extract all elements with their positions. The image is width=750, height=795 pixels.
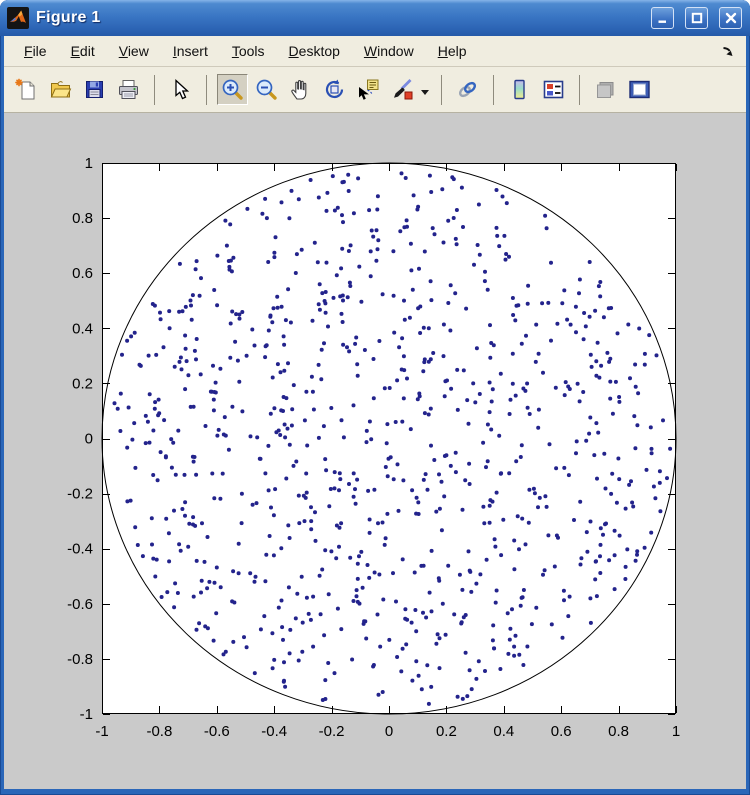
pan-hand-icon <box>289 78 312 101</box>
window-content: FileEditViewInsertToolsDesktopWindowHelp… <box>4 36 746 789</box>
insert-legend-icon <box>542 78 565 101</box>
new-figure-button[interactable] <box>11 74 42 105</box>
menu-item-view[interactable]: View <box>107 38 161 64</box>
x-tick-label: 0.2 <box>436 723 457 740</box>
rotate-3d-icon <box>323 78 346 101</box>
hide-plot-tools-icon <box>594 78 617 101</box>
menu-overflow-arrow-icon[interactable] <box>720 43 736 59</box>
x-tick-label: -0.8 <box>146 723 172 740</box>
y-tick-label: -0.6 <box>67 596 93 613</box>
matlab-logo-icon <box>7 7 29 29</box>
x-tick-label: -0.6 <box>204 723 230 740</box>
minimize-button[interactable] <box>651 7 674 29</box>
menubar: FileEditViewInsertToolsDesktopWindowHelp <box>4 36 746 67</box>
data-cursor-button[interactable] <box>353 74 384 105</box>
zoom-in-button[interactable] <box>217 74 248 105</box>
menu-item-window[interactable]: Window <box>352 38 426 64</box>
close-button[interactable] <box>719 7 742 29</box>
y-tick-label: 0.4 <box>72 320 93 337</box>
show-plot-tools-icon <box>628 78 651 101</box>
y-tick-label: 0 <box>85 431 93 448</box>
x-tick-label: 1 <box>672 723 680 740</box>
x-tick-label: -1 <box>95 723 108 740</box>
link-plot-icon <box>456 78 479 101</box>
y-tick-label: 0.6 <box>72 265 93 282</box>
x-tick-label: 0.4 <box>493 723 514 740</box>
y-tick-label: 0.2 <box>72 375 93 392</box>
print-figure-button[interactable] <box>113 74 144 105</box>
zoom-out-button[interactable] <box>251 74 282 105</box>
x-tick-label: -0.4 <box>261 723 287 740</box>
window-title: Figure 1 <box>36 9 640 27</box>
plot-axes[interactable]: -1 -0.8 -0.6 -0.4 -0.2 0 0.2 0.4 0.6 0.8 1 -1 -0.8 -0… <box>4 113 746 789</box>
zoom-out-icon <box>255 78 278 101</box>
pan-hand-button[interactable] <box>285 74 316 105</box>
y-tick-label: 1 <box>85 155 93 172</box>
x-tick-label: -0.2 <box>319 723 345 740</box>
brush-data-button[interactable] <box>387 74 418 105</box>
insert-legend-button[interactable] <box>538 74 569 105</box>
minimize-icon <box>656 11 670 25</box>
toolbar-separator <box>441 75 442 105</box>
y-tick-label: -0.2 <box>67 486 93 503</box>
link-plot-button[interactable] <box>452 74 483 105</box>
figure-window: Figure 1 FileEditViewInsertToolsDesktopW… <box>0 0 750 795</box>
insert-colorbar-button[interactable] <box>504 74 535 105</box>
y-tick-label: 0.8 <box>72 210 93 227</box>
menu-item-edit[interactable]: Edit <box>59 38 107 64</box>
plot-background <box>102 163 676 714</box>
menu-item-tools[interactable]: Tools <box>220 38 277 64</box>
y-tick-label: -1 <box>80 706 93 723</box>
save-figure-icon <box>83 78 106 101</box>
menu-item-file[interactable]: File <box>12 38 59 64</box>
menu-item-insert[interactable]: Insert <box>161 38 220 64</box>
zoom-in-icon <box>221 78 244 101</box>
save-figure-button[interactable] <box>79 74 110 105</box>
menu-item-desktop[interactable]: Desktop <box>277 38 352 64</box>
toolbar-separator <box>206 75 207 105</box>
y-tick-label: -0.8 <box>67 651 93 668</box>
show-plot-tools-button[interactable] <box>624 74 655 105</box>
close-icon <box>724 11 738 25</box>
toolbar-separator <box>579 75 580 105</box>
maximize-icon <box>690 11 704 25</box>
open-file-icon <box>49 78 72 101</box>
y-tick-label: -0.4 <box>67 541 93 558</box>
x-tick-label: 0 <box>385 723 393 740</box>
open-file-button[interactable] <box>45 74 76 105</box>
brush-data-icon <box>391 78 414 101</box>
figure-toolbar <box>4 67 746 113</box>
toolbar-separator <box>154 75 155 105</box>
x-tick-label: 0.8 <box>608 723 629 740</box>
insert-colorbar-icon <box>508 78 531 101</box>
edit-plot-pointer-button[interactable] <box>165 74 196 105</box>
figure-canvas: -1 -0.8 -0.6 -0.4 -0.2 0 0.2 0.4 0.6 0.8 1 -1 -0.8 -0… <box>4 113 746 789</box>
rotate-3d-button[interactable] <box>319 74 350 105</box>
maximize-button[interactable] <box>685 7 708 29</box>
new-figure-icon <box>15 78 38 101</box>
print-figure-icon <box>117 78 140 101</box>
data-cursor-icon <box>357 78 380 101</box>
x-tick-label: 0.6 <box>551 723 572 740</box>
titlebar[interactable]: Figure 1 <box>0 0 750 36</box>
edit-plot-pointer-icon <box>169 78 192 101</box>
hide-plot-tools-button[interactable] <box>590 74 621 105</box>
toolbar-separator <box>493 75 494 105</box>
menu-item-help[interactable]: Help <box>426 38 479 64</box>
brush-dropdown-arrow-icon[interactable] <box>421 90 429 99</box>
